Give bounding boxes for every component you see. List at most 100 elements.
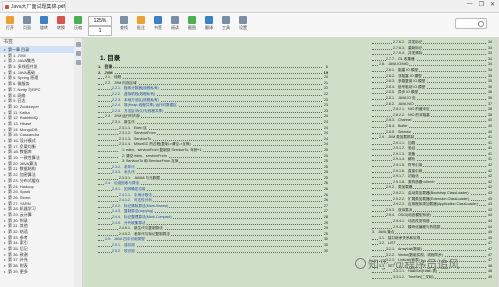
toc-entry-title: 堆(Heap-线程共享)-运行时数据区 bbox=[124, 103, 177, 108]
sidebar-bookmark-label: 第 32. 结语 bbox=[8, 229, 28, 234]
zhihu-logo-icon bbox=[355, 258, 366, 269]
toc-leader-dots bbox=[372, 171, 486, 173]
rotate-button[interactable]: 旋转 bbox=[36, 15, 52, 35]
toc-entry-title: JAVA IO 包 bbox=[398, 95, 416, 100]
open-button[interactable]: 打开 bbox=[2, 15, 18, 35]
toc-entry-title: Buffer bbox=[398, 123, 408, 128]
comment-icon[interactable] bbox=[75, 60, 81, 65]
sidebar-bookmark-label: 第 3. 多线程并发 bbox=[8, 64, 38, 70]
bookmark-button[interactable]: 书签 bbox=[150, 15, 166, 35]
minimize-button[interactable]: — bbox=[467, 1, 473, 8]
toc-entry-number: 2.3.1.4. bbox=[119, 142, 131, 147]
toc-entry-number: 2.9.1.8. bbox=[393, 179, 405, 184]
tools-button[interactable]: 工具 bbox=[218, 15, 234, 35]
settings-icon bbox=[239, 16, 247, 24]
sidebar-bookmark-label: 第 30. 附录 bbox=[8, 217, 28, 223]
sidebar-bookmark-label: 第 4. JAVA基础 bbox=[8, 69, 35, 75]
sidebar-bookmark-label: 第 7. Netty 与RPC bbox=[8, 86, 41, 92]
bookmark-icon bbox=[154, 16, 162, 24]
sidebar-bookmark-label: 第 38. 附表 bbox=[8, 263, 28, 269]
sidebar-bookmark-label: 第 36. 致谢 bbox=[8, 251, 28, 257]
sidebar-bookmark-label: 第 16. 设计模式 bbox=[8, 138, 36, 143]
toc-entry-number: 2.9.4.2. bbox=[393, 224, 405, 229]
toc-entry-title: 目录 bbox=[104, 64, 113, 69]
toc-entry-number: 2.8.2. bbox=[386, 101, 395, 106]
translate-button[interactable]: 翻译 bbox=[201, 15, 217, 35]
document-tab[interactable]: Java大厂面试题集锦.pdf × bbox=[2, 1, 66, 11]
sidebar-bookmark-label: 第 26. Storm bbox=[8, 194, 31, 200]
sidebar-bookmark-label: 第 31. 其他 bbox=[8, 223, 28, 229]
toc-leader-dots bbox=[372, 48, 486, 50]
toc-entry-title: 准备 bbox=[408, 151, 416, 156]
toc-entry-number: 2.9.3. bbox=[386, 207, 395, 212]
toc-entry-title: JAVA IO/NIO bbox=[388, 62, 409, 67]
find-button[interactable]: 查找 bbox=[116, 15, 132, 35]
toc-entry-number: 2.9.2. bbox=[386, 185, 395, 190]
toc-entry-title: 并发清除 bbox=[408, 51, 423, 56]
toc-entry-number: 2.7.7. bbox=[386, 56, 395, 61]
toc-leader-dots bbox=[372, 166, 486, 168]
toc-entry-number: 2.9. bbox=[379, 135, 385, 140]
toc-entry-number: 2.8.3. bbox=[386, 79, 395, 84]
toc-entry-number: 2.2.1. bbox=[112, 86, 121, 91]
translate-icon bbox=[205, 16, 213, 24]
close-window-button[interactable]: ✕ bbox=[490, 1, 495, 8]
thumbnail-icon[interactable] bbox=[75, 42, 81, 47]
screenshot-button-label: 截图 bbox=[188, 25, 196, 30]
toc-entry-title: 引用计数法 bbox=[134, 192, 152, 197]
compress-button[interactable]: 压缩 bbox=[70, 15, 86, 35]
toc-entry-number: 2.4.3. bbox=[112, 209, 121, 214]
sidebar-bookmark-label: 第 35. 后记 bbox=[8, 246, 28, 252]
toc-entry-title: 初始化 bbox=[408, 174, 419, 179]
toc-entry-title: Vector(数组实现、线程同步) bbox=[398, 252, 443, 257]
convert-button[interactable]: 转换 bbox=[53, 15, 69, 35]
settings-button[interactable]: 设置 bbox=[235, 15, 251, 35]
compress-button-label: 压缩 bbox=[74, 25, 82, 30]
read-button[interactable]: 阅读 bbox=[167, 15, 183, 35]
toc-entry-title: 重新标记 bbox=[408, 45, 423, 50]
maximize-button[interactable]: ❐ bbox=[479, 1, 484, 8]
toc-entry-number: 2.8.1. bbox=[386, 95, 395, 100]
toc-entry-title: NIO 的非阻塞 bbox=[408, 112, 430, 117]
toc-entry-title: 直接引用 bbox=[408, 168, 423, 173]
pdf-file-icon bbox=[5, 5, 9, 9]
page-number-input[interactable]: 1 bbox=[88, 26, 112, 36]
toc-entry[interactable]: 3.3.1.2. TreeSet(二叉树) 49 bbox=[372, 274, 492, 281]
toc-entry-title: 异步 IO 模型 bbox=[398, 90, 419, 95]
sidebar-bookmark-label: 第 9. 日志 bbox=[8, 98, 26, 104]
sidebar-bookmark-label: 第 6. 微服务 bbox=[8, 81, 30, 87]
toc-entry[interactable]: 2.5.2. 软引用 30 bbox=[98, 248, 328, 255]
sidebar-bookmark-label: 第 28. 机器学习 bbox=[8, 206, 36, 212]
annotate-button-label: 批注 bbox=[137, 25, 145, 30]
bookmark-icon[interactable] bbox=[75, 51, 81, 56]
toc-entry-title: 应用程序类加载器(Application ClassLoader) bbox=[408, 202, 478, 207]
toc-entry-number: 2.2.2. bbox=[112, 91, 121, 96]
toc-entry-number: 2.9.1.5. bbox=[393, 163, 405, 168]
toc-entry-number: 3.3. bbox=[379, 263, 385, 268]
toc-entry-number: 1. bbox=[98, 64, 102, 69]
sidebar-bookmark-item[interactable]: ▸ 第 39. 更多 bbox=[0, 269, 74, 275]
toc-entry-title: JAVA8 与元数据 bbox=[134, 175, 160, 180]
zoom-select[interactable]: 125% bbox=[88, 16, 112, 26]
sidebar-bookmark-label: 第 25. Spark bbox=[8, 189, 31, 195]
toc-entry-title: 1: eden、servicorFrom 复制到 ServicorTo, 年龄+… bbox=[122, 147, 202, 152]
toc-entry-number: 3. bbox=[372, 230, 375, 235]
rotate-icon bbox=[40, 16, 48, 24]
toc-entry-title: 验证 bbox=[408, 146, 416, 151]
toc-entry-number: 2.2.5. bbox=[112, 108, 121, 113]
toc-entry-number: 2.9.2.1. bbox=[393, 191, 405, 196]
toc-left-column: 1. 目录 1 2. JVM 19 2.1. 线程 20 2.2. JVM 内存区域 21 2.2.1.… bbox=[98, 64, 328, 255]
close-tab-icon[interactable]: × bbox=[60, 2, 63, 11]
sidebar-bookmark-label: 第 15. Cassandra bbox=[8, 132, 40, 138]
screenshot-button[interactable]: 截图 bbox=[184, 15, 200, 35]
toc-entry-title: JVM 运行时内存 bbox=[114, 114, 141, 119]
title-bar: Java大厂面试题集锦.pdf × — ❐ ✕ bbox=[0, 0, 499, 13]
toc-entry-title: 复制算法(copying) bbox=[124, 209, 154, 214]
find-icon bbox=[120, 16, 128, 24]
toc-entry-number: 2.8.2. bbox=[386, 73, 395, 78]
annotate-button[interactable]: 批注 bbox=[133, 15, 149, 35]
page-button[interactable]: 页面 bbox=[19, 15, 35, 35]
toc-entry-number: 3.1. bbox=[379, 235, 385, 240]
sidebar-bookmark-label: 第 5. Spring 原理 bbox=[8, 75, 39, 81]
search-input[interactable] bbox=[455, 18, 487, 29]
